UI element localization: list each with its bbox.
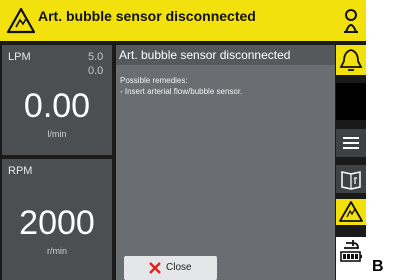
remedies-heading: Possible remedies: (120, 76, 188, 85)
close-icon (149, 262, 161, 274)
lpm-value: 0.00 (23, 87, 91, 125)
manual-button[interactable] (336, 165, 366, 193)
alarm-message: Art. bubble sensor disconnected (38, 8, 256, 24)
popup-title: Art. bubble sensor disconnected (119, 48, 291, 62)
manual-icon (341, 171, 361, 190)
lpm-limit-high: 5.0 (88, 51, 104, 63)
warning-triangle-icon (6, 7, 36, 34)
rpm-value: 2000 (19, 204, 95, 242)
menu-icon (343, 137, 359, 149)
rpm-panel[interactable]: RPM 2000 r/min (2, 159, 112, 280)
alarm-popup: Art. bubble sensor disconnected Possible… (116, 45, 335, 280)
battery-power-icon (340, 240, 362, 262)
remedy-item: - Insert arterial flow/bubble sensor. (120, 87, 243, 96)
lpm-panel[interactable]: LPM 5.0 0.0 0.00 l/min (2, 45, 112, 155)
lpm-limit-low: 0.0 (88, 65, 104, 77)
menu-button[interactable] (336, 129, 366, 157)
power-status-button[interactable] (336, 237, 366, 280)
blank-button[interactable] (336, 83, 366, 120)
right-sidebar (336, 41, 366, 280)
popup-title-bar: Art. bubble sensor disconnected (116, 45, 335, 65)
lpm-label: LPM (8, 51, 31, 63)
lpm-unit: l/min (47, 129, 67, 139)
figure-label: B (372, 258, 384, 275)
audio-paused-icon[interactable] (338, 4, 366, 38)
close-button[interactable]: Close (124, 256, 217, 280)
alarm-list-icon (339, 201, 363, 222)
rpm-label: RPM (8, 165, 33, 177)
popup-body: Possible remedies: - Insert arterial flo… (120, 75, 332, 97)
alarm-bar[interactable]: Art. bubble sensor disconnected (0, 0, 366, 41)
rpm-unit: r/min (47, 246, 67, 256)
device-screen: Art. bubble sensor disconnected LPM 5.0 … (0, 0, 366, 280)
alarm-bell-button[interactable] (336, 45, 366, 75)
bell-icon (339, 49, 363, 71)
alarm-list-button[interactable] (336, 199, 366, 225)
close-label: Close (166, 262, 192, 273)
